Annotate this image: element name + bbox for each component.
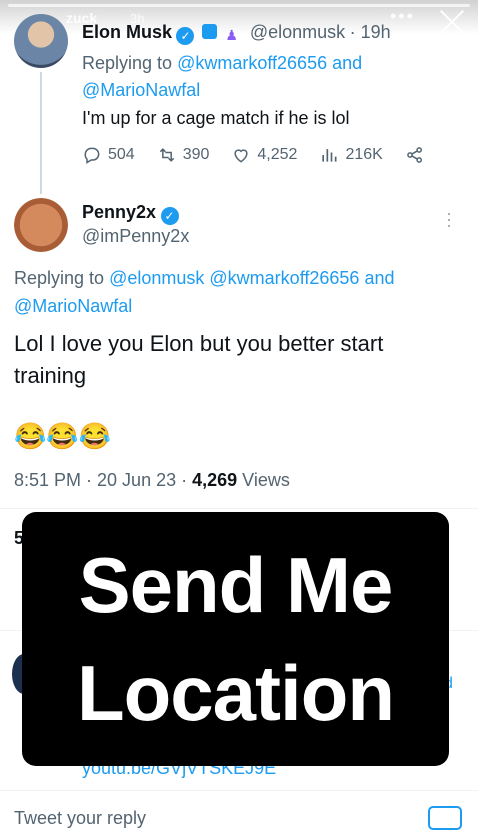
tweet-header: Elon Musk ✓ ♟ @elonmusk · 19h (82, 22, 391, 45)
reply-input[interactable]: Tweet your reply (14, 808, 146, 829)
retweet-button[interactable]: 390 (157, 145, 210, 165)
mention-link[interactable]: @kwmarkoff26656 (177, 53, 327, 73)
heart-icon (234, 149, 248, 163)
views-count: 216K (345, 146, 383, 163)
tweet-timestamp: 8:51 PM · 20 Jun 23 · 4,269 Views (14, 470, 290, 491)
tweet-header: Penny2x ✓ (82, 202, 179, 225)
like-button[interactable]: 4,252 (231, 145, 297, 165)
replying-to: Replying to @kwmarkoff26656 and @MarioNa… (82, 50, 462, 104)
thread-connector (40, 72, 42, 194)
replying-and: and (364, 268, 395, 288)
author-name[interactable]: Penny2x (82, 202, 156, 222)
timestamp[interactable]: 8:51 PM · 20 Jun 23 · (14, 470, 187, 490)
reply-button[interactable]: 504 (82, 145, 135, 165)
divider (0, 790, 478, 791)
views-button[interactable]: 216K (319, 145, 383, 165)
share-icon (406, 147, 422, 163)
overlay-line-1: Send Me (78, 541, 394, 629)
divider (0, 508, 478, 509)
like-count: 4,252 (257, 146, 298, 163)
replying-to: Replying to @elonmusk @kwmarkoff26656 an… (14, 264, 464, 320)
story-more-icon[interactable]: ••• (390, 6, 415, 27)
overlay-line-2: Location (77, 649, 395, 737)
government-badge-icon (201, 24, 217, 39)
views-label: Views (242, 470, 290, 490)
analytics-icon (322, 149, 337, 162)
author-handle[interactable]: @elonmusk (250, 22, 345, 42)
close-icon[interactable] (436, 6, 468, 38)
tweet-time: · 19h (349, 22, 391, 42)
verified-badge-icon: ✓ (176, 27, 195, 45)
tweet-text: I'm up for a cage match if he is lol (82, 108, 350, 128)
replying-prefix: Replying to (14, 268, 105, 288)
reply-count: 504 (108, 146, 135, 163)
mention-link[interactable]: @kwmarkoff26656 (209, 268, 359, 288)
replying-prefix: Replying to (82, 53, 173, 73)
views-total: 4,269 (192, 470, 238, 490)
retweet-icon (159, 148, 174, 162)
tweet-text: Lol I love you Elon but you better start… (14, 331, 384, 388)
media-icon[interactable] (428, 806, 462, 830)
avatar[interactable] (14, 14, 68, 68)
replying-and: and (332, 53, 363, 73)
emoji-row: 😂😂😂 (14, 421, 112, 451)
tweet-actions: 504 390 4,252 216K (82, 145, 425, 165)
reply-icon (84, 147, 100, 164)
mention-link[interactable]: @MarioNawfal (14, 296, 132, 316)
avatar[interactable] (14, 198, 68, 252)
verified-badge-icon: ✓ (160, 207, 179, 225)
more-options-icon[interactable]: · · · (446, 204, 452, 234)
author-name[interactable]: Elon Musk (82, 22, 172, 42)
author-handle[interactable]: @imPenny2x (82, 226, 189, 247)
mention-link[interactable]: @MarioNawfal (82, 80, 200, 100)
share-button[interactable] (405, 145, 425, 165)
affiliate-badge-icon: ♟ (225, 27, 238, 43)
retweet-count: 390 (182, 146, 210, 163)
mention-link[interactable]: @elonmusk (109, 268, 204, 288)
